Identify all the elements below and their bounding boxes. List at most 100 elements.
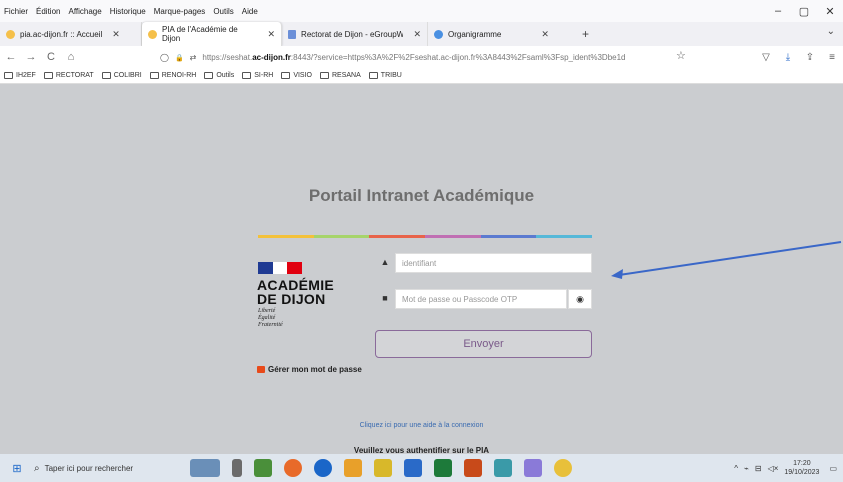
home-button[interactable]: ⌂ xyxy=(62,51,80,63)
taskbar-app-icon[interactable] xyxy=(190,459,220,477)
url-bar[interactable]: ◯ 🔒 ⇄ https://seshat. ac-dijon.fr:8443/?s… xyxy=(160,49,690,66)
menu-outils[interactable]: Outils xyxy=(213,7,233,16)
chevron-down-icon[interactable]: ⌄ xyxy=(827,26,835,37)
bookmark-ih2ef[interactable]: IH2EF xyxy=(4,72,36,79)
page-title: Portail Intranet Académique xyxy=(308,186,535,205)
share-icon[interactable]: ⇪ xyxy=(799,52,821,63)
star-icon[interactable]: ☆ xyxy=(676,49,686,62)
download-icon[interactable]: ⤓ xyxy=(777,52,799,63)
minimize-button[interactable]: – xyxy=(765,5,791,17)
identifiant-input[interactable] xyxy=(395,253,592,273)
taskbar-app-icon[interactable] xyxy=(494,459,512,477)
tab-pia-academie[interactable]: PIA de l'Académie de Dijon ✕ xyxy=(142,22,282,46)
envoyer-button[interactable]: Envoyer xyxy=(375,330,592,358)
menu-affichage[interactable]: Affichage xyxy=(68,7,101,16)
volume-icon[interactable]: ◁× xyxy=(768,464,779,473)
close-icon[interactable]: ✕ xyxy=(267,29,275,40)
taskbar-app-icon[interactable] xyxy=(314,459,332,477)
close-window-button[interactable]: ✕ xyxy=(817,5,843,18)
show-password-eye-icon[interactable]: ◉ xyxy=(568,289,592,309)
permissions-icon[interactable]: ⇄ xyxy=(190,53,197,62)
windows-start-icon[interactable]: ⊞ xyxy=(6,462,28,475)
chevron-up-icon[interactable]: ^ xyxy=(734,464,738,473)
firefox-icon[interactable] xyxy=(284,459,302,477)
folder-icon xyxy=(4,72,13,79)
bookmarks-bar: IH2EF RECTORAT COLIBRI RENOI-RH Outils S… xyxy=(0,68,843,84)
republic-motto: Liberté Égalité Fraternité xyxy=(258,308,283,328)
teams-icon[interactable] xyxy=(524,459,542,477)
clock[interactable]: 17:20 19/10/2023 xyxy=(784,459,819,477)
manage-password-link[interactable]: Gérer mon mot de passe xyxy=(257,365,362,374)
taskbar-app-icon[interactable] xyxy=(254,459,272,477)
url-rest: :8443/?service=https%3A%2F%2Fseshat.ac-d… xyxy=(290,53,626,62)
bookmark-rectorat[interactable]: RECTORAT xyxy=(43,72,94,79)
menu-fichier[interactable]: Fichier xyxy=(4,7,28,16)
tab-label: pia.ac-dijon.fr :: Accueil xyxy=(20,29,103,39)
menu-marque-pages[interactable]: Marque-pages xyxy=(154,7,206,16)
bookmark-si-rh[interactable]: SI-RH xyxy=(242,72,273,79)
reload-button[interactable]: C xyxy=(42,51,60,63)
taskbar: ⊞ ⌕ Taper ici pour rechercher xyxy=(0,454,843,482)
powerpoint-icon[interactable] xyxy=(464,459,482,477)
menu-icon[interactable]: ≡ xyxy=(821,52,843,63)
close-icon[interactable]: ✕ xyxy=(112,29,120,40)
organigramme-icon xyxy=(434,29,443,39)
lock-icon[interactable]: 🔒 xyxy=(175,54,184,62)
maximize-button[interactable]: ▢ xyxy=(791,5,817,18)
taskbar-search[interactable]: ⌕ Taper ici pour rechercher xyxy=(34,463,184,474)
toolbar-right: ▽ ⤓ ⇪ ≡ xyxy=(755,46,843,68)
tab-rectorat[interactable]: Rectorat de Dijon - eGroupWare ✕ xyxy=(282,22,428,46)
sun-icon xyxy=(6,29,15,39)
egroupware-icon xyxy=(288,29,297,39)
close-icon[interactable]: ✕ xyxy=(541,29,549,40)
lock-icon xyxy=(257,366,265,373)
battery-icon[interactable]: ⊟ xyxy=(755,464,762,473)
system-tray: ^ ⌁ ⊟ ◁× 17:20 19/10/2023 ▭ xyxy=(734,454,843,482)
pocket-icon[interactable]: ▽ xyxy=(755,52,777,63)
bookmark-resana[interactable]: RESANA xyxy=(320,72,361,79)
tab-bar: pia.ac-dijon.fr :: Accueil ✕ PIA de l'Ac… xyxy=(0,22,843,46)
user-icon: ▲ xyxy=(380,257,390,267)
close-icon[interactable]: ✕ xyxy=(413,29,421,40)
search-icon: ⌕ xyxy=(34,462,40,474)
url-prefix: https://seshat. xyxy=(202,53,253,62)
notification-icon[interactable]: ▭ xyxy=(829,464,837,473)
file-explorer-icon[interactable] xyxy=(374,459,392,477)
sun-icon xyxy=(148,29,157,39)
bookmark-outils[interactable]: Outils xyxy=(204,72,234,79)
annotation-arrow xyxy=(611,241,842,279)
help-connection-link[interactable]: Cliquez ici pour une aide à la connexion xyxy=(0,422,843,429)
task-view-icon[interactable] xyxy=(232,459,242,477)
folder-icon xyxy=(242,72,252,79)
tab-label: Rectorat de Dijon - eGroupWare xyxy=(301,29,404,39)
window-controls: – ▢ ✕ xyxy=(765,0,843,22)
folder-icon xyxy=(368,72,378,79)
folder-icon xyxy=(101,72,111,79)
tab-organigramme[interactable]: Organigramme ✕ xyxy=(428,22,578,46)
bookmark-tribu[interactable]: TRIBU xyxy=(368,72,402,79)
word-icon[interactable] xyxy=(404,459,422,477)
new-tab-button[interactable]: + xyxy=(582,27,589,41)
color-stripe xyxy=(258,235,593,238)
shield-icon[interactable]: ◯ xyxy=(160,53,169,62)
chrome-icon[interactable] xyxy=(554,459,572,477)
back-button[interactable]: ← xyxy=(2,51,20,63)
tab-pia-accueil[interactable]: pia.ac-dijon.fr :: Accueil ✕ xyxy=(0,22,142,46)
menu-aide[interactable]: Aide xyxy=(242,7,258,16)
menu-historique[interactable]: Historique xyxy=(110,7,146,16)
network-icon[interactable]: ⌁ xyxy=(744,464,749,473)
folder-icon xyxy=(204,72,214,79)
password-input[interactable] xyxy=(395,289,567,309)
bookmark-colibri[interactable]: COLIBRI xyxy=(101,72,142,79)
marianne-logo xyxy=(258,262,303,274)
folder-icon xyxy=(281,72,291,79)
bookmark-visio[interactable]: VISIO xyxy=(281,72,312,79)
bookmark-renoi-rh[interactable]: RENOI-RH xyxy=(149,72,196,79)
forward-button[interactable]: → xyxy=(22,51,40,63)
taskbar-app-icon[interactable] xyxy=(344,459,362,477)
url-domain: ac-dijon.fr xyxy=(252,53,291,62)
folder-icon xyxy=(320,72,329,79)
excel-icon[interactable] xyxy=(434,459,452,477)
menu-edition[interactable]: Édition xyxy=(36,7,60,16)
tab-label: PIA de l'Académie de Dijon xyxy=(161,25,238,43)
